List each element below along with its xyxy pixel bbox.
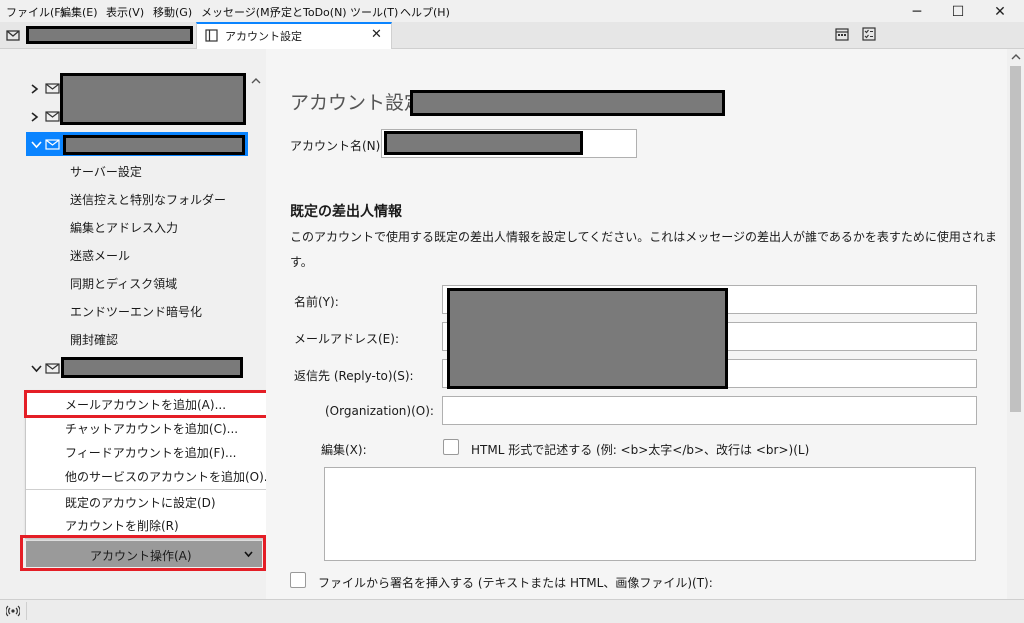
- account-name-label: アカウント名(N):: [290, 139, 385, 153]
- menu-go[interactable]: 移動(G): [153, 4, 192, 20]
- chevron-right-icon[interactable]: [31, 112, 39, 122]
- mail-icon: [45, 83, 60, 94]
- sidebar-item-sync-disk[interactable]: 同期とディスク領域: [70, 272, 177, 296]
- sidebar-item-junk[interactable]: 迷惑メール: [70, 244, 130, 268]
- settings-page-icon: [205, 29, 218, 42]
- calendar-icon[interactable]: [835, 27, 849, 41]
- chevron-down-icon[interactable]: [31, 365, 42, 373]
- sidebar-item-e2e-encryption[interactable]: エンドツーエンド暗号化: [70, 300, 202, 324]
- tasks-icon[interactable]: [862, 27, 876, 41]
- sidebar-scrollbar[interactable]: [248, 73, 264, 393]
- replyto-label: 返信先 (Reply-to)(S):: [294, 369, 414, 383]
- sidebar-item-composition[interactable]: 編集とアドレス入力: [70, 216, 178, 240]
- section-title: 既定の差出人情報: [290, 204, 402, 220]
- tab-account-settings[interactable]: アカウント設定 ✕: [196, 22, 392, 49]
- redacted-account-names: [60, 73, 246, 125]
- organization-label: (Organization)(O):: [325, 404, 434, 418]
- mail-lock-icon: [6, 30, 20, 41]
- signature-textarea[interactable]: [324, 467, 976, 561]
- email-label: メールアドレス(E):: [294, 332, 399, 346]
- menu-add-chat-account[interactable]: チャットアカウントを追加(C)...: [65, 418, 238, 440]
- menu-view[interactable]: 表示(V): [106, 4, 144, 20]
- redacted-title-account: [410, 90, 725, 116]
- name-label: 名前(Y):: [294, 295, 339, 309]
- html-checkbox[interactable]: [443, 439, 459, 455]
- chevron-down-icon[interactable]: [31, 141, 42, 149]
- redacted-tab-title: [26, 26, 193, 44]
- online-status-icon[interactable]: [6, 605, 20, 617]
- close-tab-icon[interactable]: ✕: [371, 27, 382, 42]
- signature-file-checkbox[interactable]: [290, 572, 306, 588]
- menu-remove-account[interactable]: アカウントを削除(R): [65, 515, 179, 537]
- sidebar-item-return-receipts[interactable]: 開封確認: [70, 328, 118, 352]
- menu-tools[interactable]: ツール(T): [350, 4, 398, 20]
- signature-edit-label: 編集(X):: [321, 443, 367, 457]
- maximize-button[interactable]: ☐: [951, 5, 965, 19]
- section-description-cont: す。: [290, 255, 313, 269]
- html-checkbox-label: HTML 形式で記述する (例: <b>太字</b>、改行は <br>)(L): [471, 443, 810, 457]
- content-scroll-thumb[interactable]: [1010, 66, 1021, 412]
- tab-label: アカウント設定: [225, 30, 302, 43]
- organization-input[interactable]: [442, 396, 977, 425]
- redacted-identity-fields: [447, 288, 728, 389]
- menu-set-default[interactable]: 既定のアカウントに設定(D): [65, 492, 216, 514]
- menu-edit[interactable]: 編集(E): [60, 4, 98, 20]
- page-title: アカウント設定: [290, 92, 424, 114]
- menu-bar: ファイル(F) 編集(E) 表示(V) 移動(G) メッセージ(M) 予定とTo…: [0, 0, 1024, 22]
- mail-icon: [45, 139, 60, 150]
- tab-mail[interactable]: [0, 22, 196, 48]
- minimize-button[interactable]: ─: [910, 5, 924, 19]
- signature-file-label: ファイルから署名を挿入する (テキストまたは HTML、画像ファイル)(T):: [318, 576, 713, 590]
- scroll-up-icon[interactable]: [1011, 53, 1021, 61]
- sidebar-item-copies-folders[interactable]: 送信控えと特別なフォルダー: [70, 188, 226, 212]
- menu-message[interactable]: メッセージ(M): [201, 4, 274, 20]
- chevron-right-icon[interactable]: [31, 84, 39, 94]
- menu-events-tasks[interactable]: 予定とToDo(N): [270, 4, 347, 20]
- menu-add-feed-account[interactable]: フィードアカウントを追加(F)...: [65, 442, 236, 464]
- section-description: このアカウントで使用する既定の差出人情報を設定してください。これはメッセージの差…: [290, 230, 997, 244]
- redacted-account-4: [61, 357, 243, 378]
- menu-add-other-account[interactable]: 他のサービスのアカウントを追加(O)...: [65, 466, 275, 488]
- mail-icon: [45, 363, 60, 374]
- scroll-up-icon[interactable]: [251, 77, 261, 85]
- redacted-account-name: [384, 131, 583, 155]
- menu-file[interactable]: ファイル(F): [6, 4, 65, 20]
- mail-icon: [45, 111, 60, 122]
- redacted-selected-account: [63, 135, 245, 155]
- status-bar: [0, 599, 1024, 623]
- highlight-account-actions: [20, 535, 266, 571]
- sidebar-item-server-settings[interactable]: サーバー設定: [70, 160, 142, 184]
- menu-help[interactable]: ヘルプ(H): [400, 4, 450, 20]
- status-divider: [26, 602, 27, 620]
- close-window-button[interactable]: ✕: [993, 5, 1007, 19]
